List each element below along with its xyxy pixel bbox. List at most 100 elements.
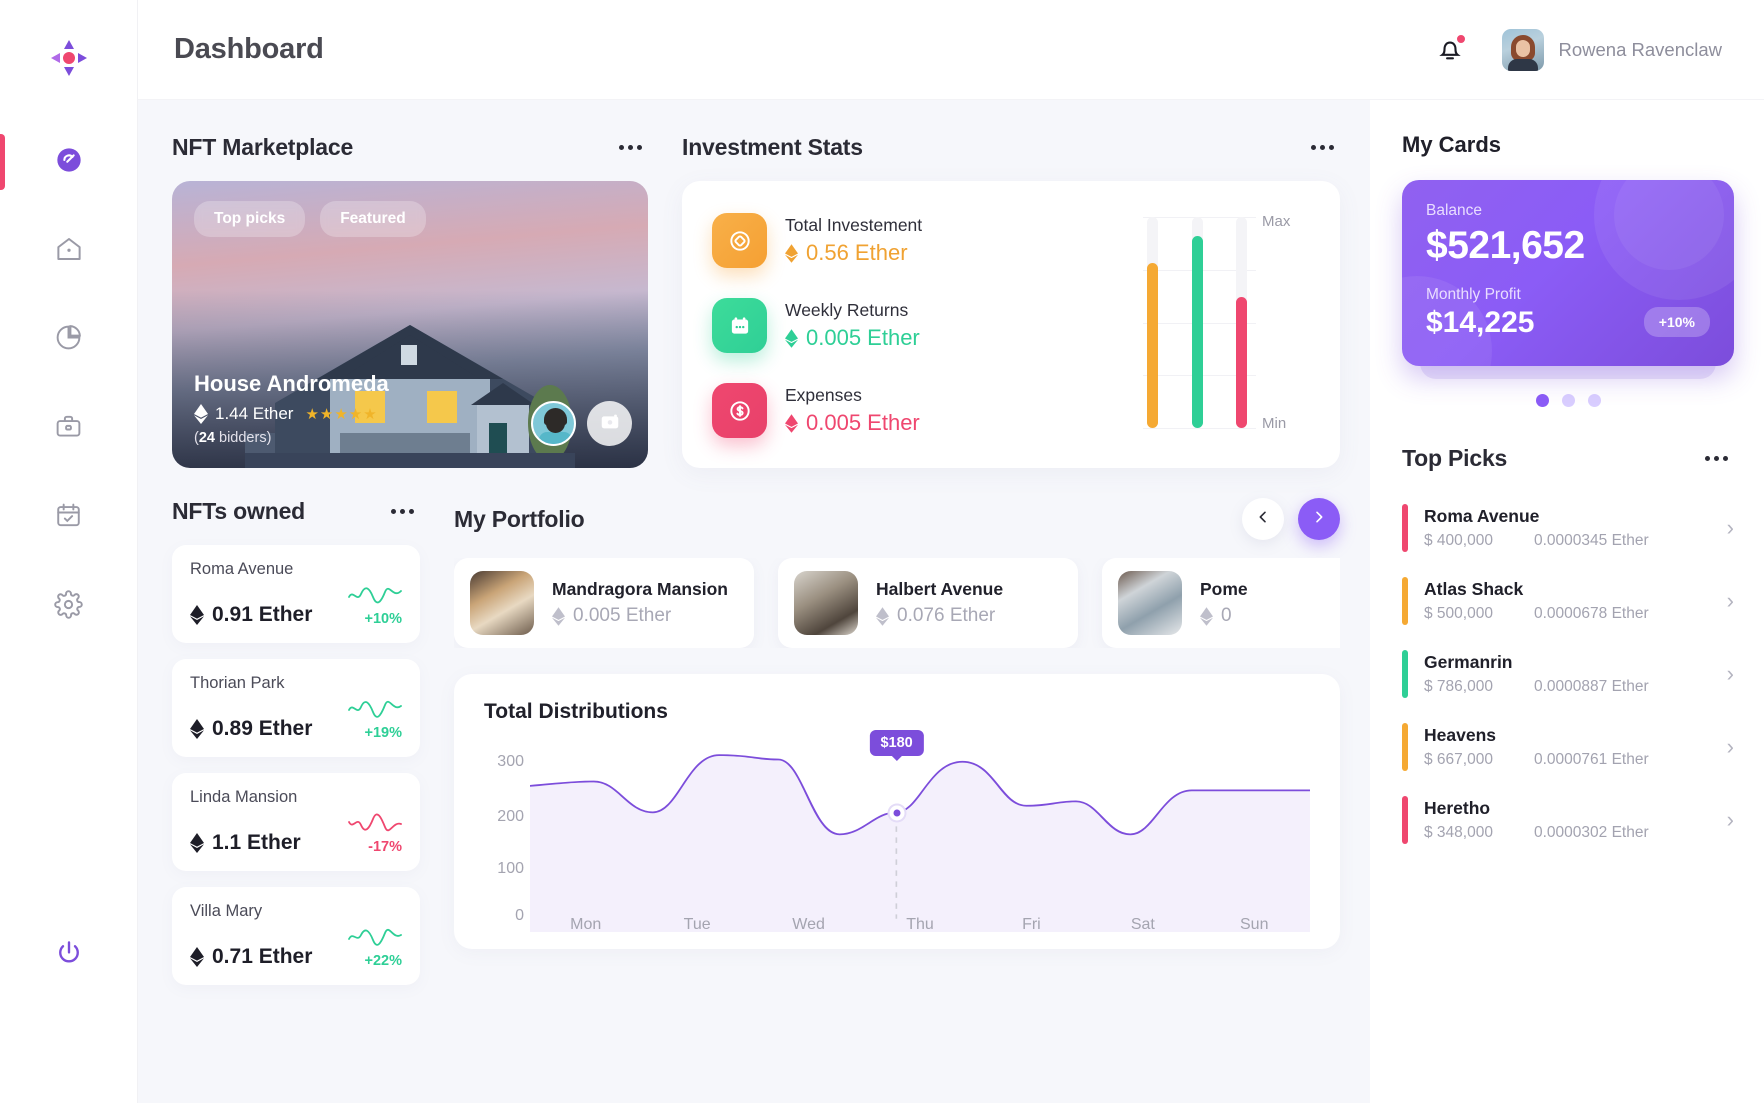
hero-nft-name: House Andromeda xyxy=(194,371,389,396)
list-item[interactable]: Thorian Park 0.89 Ether +19% xyxy=(172,659,420,757)
hero-info: House Andromeda 1.44 Ether ★★★★★ (24 bid… xyxy=(194,371,389,446)
property-price-text: 0 xyxy=(1221,605,1232,626)
stat-label: Weekly Returns xyxy=(785,300,909,320)
list-item[interactable]: Roma Avenue $ 400,000 0.0000345 Ether › xyxy=(1402,492,1734,565)
top-row: NFT Marketplace Top picks Featured House… xyxy=(172,134,1340,468)
x-tick-sat: Sat xyxy=(1130,916,1155,933)
pager-dot-1[interactable] xyxy=(1535,394,1549,407)
topbar: Dashboard Rowena Ravenclaw xyxy=(138,0,1764,100)
pick-name: Roma Avenue xyxy=(1424,506,1540,526)
sidebar-item-home[interactable] xyxy=(0,229,137,273)
property-thumbnail xyxy=(794,571,858,635)
investment-stats-menu-button[interactable] xyxy=(1305,139,1340,156)
power-button[interactable] xyxy=(0,938,137,973)
profit-badge: +10% xyxy=(1643,307,1710,337)
list-item[interactable]: Roma Avenue 0.91 Ether +10% xyxy=(172,545,420,643)
portfolio-card[interactable]: Mandragora Mansion 0.005 Ether xyxy=(454,558,754,648)
property-name: Mandragora Mansion xyxy=(552,579,728,599)
list-item[interactable]: Heavens $ 667,000 0.0000761 Ether › xyxy=(1402,711,1734,784)
chevron-right-icon[interactable]: › xyxy=(1721,734,1734,760)
ethereum-icon xyxy=(785,243,798,263)
pick-name: Germanrin xyxy=(1424,652,1513,672)
list-item[interactable]: Heretho $ 348,000 0.0000302 Ether › xyxy=(1402,784,1734,857)
bidder-avatar[interactable] xyxy=(531,401,576,446)
camera-icon xyxy=(599,410,621,437)
property-thumbnail xyxy=(1118,571,1182,635)
chart-highlight-point[interactable] xyxy=(889,805,905,821)
stat-total-investment: Total Investement 0.56 Ether xyxy=(712,213,1135,268)
nft-price: 1.1 Ether xyxy=(190,831,301,855)
app-logo[interactable] xyxy=(47,28,91,88)
bar-track xyxy=(1236,217,1247,428)
pick-eth: 0.0000345 Ether xyxy=(1534,532,1649,549)
power-icon xyxy=(54,938,84,973)
color-accent xyxy=(1402,650,1408,698)
x-tick-wed: Wed xyxy=(792,916,825,933)
nft-marketplace-menu-button[interactable] xyxy=(613,139,648,156)
bar-track xyxy=(1147,217,1158,428)
bottom-row: NFTs owned Roma Avenue 0.91 Ether +10% T… xyxy=(172,498,1340,1001)
tag-featured[interactable]: Featured xyxy=(320,201,426,237)
ethereum-icon xyxy=(190,833,204,853)
list-item[interactable]: Villa Mary 0.71 Ether +22% xyxy=(172,887,420,985)
distributions-chart: 300 200 100 0 $180 Mon Tue Wed Thu Fri S… xyxy=(484,730,1312,933)
ethereum-icon xyxy=(190,719,204,739)
list-item[interactable]: Atlas Shack $ 500,000 0.0000678 Ether › xyxy=(1402,565,1734,638)
ethereum-icon xyxy=(194,404,208,424)
y-axis: 300 200 100 0 xyxy=(484,734,530,932)
main-area: Dashboard Rowena Ravenclaw NFT Marketpla… xyxy=(138,0,1764,1103)
y-tick-300: 300 xyxy=(497,752,524,770)
list-item[interactable]: Linda Mansion 1.1 Ether -17% xyxy=(172,773,420,871)
credit-card-wrapper: Balance $521,652 Monthly Profit $14,225 … xyxy=(1402,180,1734,379)
portfolio-card[interactable]: Halbert Avenue 0.076 Ether xyxy=(778,558,1078,648)
featured-nft-card[interactable]: Top picks Featured House Andromeda 1.44 … xyxy=(172,181,648,468)
portfolio-card[interactable]: Pome 0 xyxy=(1102,558,1340,648)
tag-top-picks[interactable]: Top picks xyxy=(194,201,306,237)
pick-name: Heretho xyxy=(1424,798,1491,818)
nft-price: 0.71 Ether xyxy=(190,945,312,969)
pie-chart-icon xyxy=(54,323,83,357)
pager-dot-3[interactable] xyxy=(1587,394,1601,407)
user-menu[interactable]: Rowena Ravenclaw xyxy=(1502,28,1722,71)
nfts-owned-header: NFTs owned xyxy=(172,498,420,525)
ethereum-icon xyxy=(552,606,565,626)
stat-value-text: 0.56 Ether xyxy=(806,240,908,265)
pick-usd: $ 786,000 xyxy=(1424,678,1493,695)
balance-card[interactable]: Balance $521,652 Monthly Profit $14,225 … xyxy=(1402,180,1734,366)
color-accent xyxy=(1402,796,1408,844)
chevron-right-icon[interactable]: › xyxy=(1721,661,1734,687)
nft-price-text: 1.1 Ether xyxy=(212,831,301,854)
property-price: 0 xyxy=(1200,605,1248,627)
portfolio-next-button[interactable] xyxy=(1298,498,1340,540)
notifications-button[interactable] xyxy=(1436,32,1468,66)
nfts-owned-menu-button[interactable] xyxy=(385,503,420,520)
chevron-right-icon[interactable]: › xyxy=(1721,515,1734,541)
portfolio-panel: My Portfolio Mandragora Mansion 0.005 Et… xyxy=(454,498,1340,1001)
sidebar-item-calendar[interactable] xyxy=(0,496,137,540)
sidebar-item-portfolio[interactable] xyxy=(0,407,137,451)
y-tick-100: 100 xyxy=(497,859,524,877)
chart-tooltip: $180 xyxy=(869,730,924,756)
investment-stats-title: Investment Stats xyxy=(682,134,863,160)
stat-expenses: Expenses 0.005 Ether xyxy=(712,383,1135,438)
bar-track xyxy=(1191,217,1203,428)
nfts-owned-title: NFTs owned xyxy=(172,498,306,524)
sparkline-icon xyxy=(348,928,402,946)
investment-stats-panel: Investment Stats Total Investement 0.56 … xyxy=(682,134,1340,468)
pager-dot-2[interactable] xyxy=(1561,394,1575,407)
top-picks-menu-button[interactable] xyxy=(1699,450,1734,467)
nft-change: +10% xyxy=(364,611,403,627)
sidebar-item-dashboard[interactable] xyxy=(0,134,137,190)
nfts-owned-panel: NFTs owned Roma Avenue 0.91 Ether +10% T… xyxy=(172,498,420,1001)
x-tick-mon: Mon xyxy=(570,916,602,933)
sidebar-item-analytics[interactable] xyxy=(0,318,137,362)
chevron-right-icon[interactable]: › xyxy=(1721,807,1734,833)
sidebar-item-settings[interactable] xyxy=(0,585,137,629)
sparkline-icon xyxy=(348,587,402,604)
page-title: Dashboard xyxy=(174,33,324,65)
area-chart-svg xyxy=(528,754,1312,932)
portfolio-prev-button[interactable] xyxy=(1242,498,1284,540)
list-item[interactable]: Germanrin $ 786,000 0.0000887 Ether › xyxy=(1402,638,1734,711)
chevron-right-icon[interactable]: › xyxy=(1721,588,1734,614)
camera-button[interactable] xyxy=(587,401,632,446)
